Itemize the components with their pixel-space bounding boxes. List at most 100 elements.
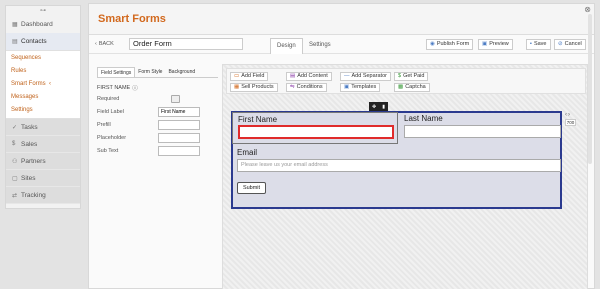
email-input[interactable]: Please leave us your email address [237, 159, 561, 172]
sell-products-button[interactable]: ▦ Sell Products [230, 83, 278, 92]
publish-form-button[interactable]: ◉ Publish Form [426, 39, 474, 50]
conditions-button[interactable]: ⇋ Conditions [286, 83, 327, 92]
first-name-label: First Name [238, 115, 278, 124]
sidebar-item-dashboard[interactable]: ▦ Dashboard [6, 16, 80, 33]
globe-icon: ◉ [430, 41, 435, 47]
placeholder-label: Placeholder [97, 134, 127, 141]
prefill-input[interactable] [158, 119, 200, 130]
submenu-label: Smart Forms [11, 81, 46, 87]
save-icon: ▪ [530, 41, 532, 47]
tracking-icon: ⇄ [12, 192, 18, 199]
sidebar-more: ✓ Tasks $ Sales ⚇ Partners ▢ Sites ⇄ Tra… [6, 119, 80, 204]
first-name-input[interactable] [238, 125, 394, 139]
tab-background[interactable]: Background [165, 67, 198, 77]
button-label: Save [533, 41, 547, 47]
form-canvas: ▭ Add Field ▤ Add Content — Add Separato… [222, 64, 588, 289]
field-tools[interactable]: ✥ ▮ [369, 102, 388, 111]
submenu-smart-forms[interactable]: Smart Forms ‹ [6, 78, 80, 91]
field-heading-label: FIRST NAME [97, 85, 131, 91]
subtext-input[interactable] [158, 145, 200, 156]
placeholder-row: Placeholder [97, 131, 218, 144]
sidebar-item-label: Tracking [21, 191, 46, 199]
arrow-right-icon[interactable]: › [568, 112, 570, 118]
sidebar: ⊶ ▦ Dashboard ▤ Contacts Sequences Rules… [5, 5, 81, 209]
prefill-label: Prefill [97, 121, 111, 128]
submenu-sequences[interactable]: Sequences [6, 52, 80, 65]
last-name-label: Last Name [404, 114, 443, 123]
get-paid-button[interactable]: $ Get Paid [394, 72, 429, 81]
selected-field-container[interactable]: First Name [232, 112, 398, 144]
required-row: Required [97, 92, 218, 105]
contacts-icon: ▤ [12, 39, 18, 45]
width-arrows[interactable]: ‹ › [565, 112, 584, 118]
back-button[interactable]: ‹ BACK [95, 41, 114, 47]
settings-tabs: Field Settings Form Style Background [97, 67, 218, 78]
sidebar-item-label: Tasks [21, 123, 38, 131]
products-icon: ▦ [234, 84, 240, 90]
chevron-left-icon: ‹ [95, 41, 97, 47]
captcha-icon: ▩ [398, 84, 404, 90]
tab-field-settings[interactable]: Field Settings [97, 67, 136, 77]
move-icon[interactable]: ✥ [372, 104, 376, 110]
sidebar-item-label: Dashboard [21, 21, 53, 28]
captcha-button[interactable]: ▩ Captcha [394, 83, 430, 92]
sidebar-item-sites[interactable]: ▢ Sites [6, 170, 80, 187]
dashboard-icon: ▦ [12, 22, 18, 28]
separator-icon: — [344, 73, 350, 79]
templates-button[interactable]: ▣ Templates [340, 83, 381, 92]
partners-icon: ⚇ [12, 158, 18, 165]
toolbar: ‹ BACK Order Form Design Settings ◉ Publ… [89, 35, 594, 54]
tasks-icon: ✓ [12, 124, 18, 131]
button-label: Templates [351, 84, 377, 90]
page-title: Smart Forms [98, 13, 166, 25]
collapse-icon[interactable]: ⊶ [6, 6, 80, 16]
add-separator-button[interactable]: — Add Separator [340, 72, 391, 81]
sites-icon: ▢ [12, 175, 18, 182]
cancel-button[interactable]: ⊘ Cancel [554, 39, 586, 50]
required-label: Required [97, 95, 120, 102]
button-label: Captcha [405, 84, 426, 90]
sidebar-item-contacts[interactable]: ▤ Contacts [6, 33, 80, 50]
form-preview: First Name Last Name Email Please leave … [231, 111, 562, 209]
submenu-settings[interactable]: Settings [6, 104, 80, 117]
tab-settings[interactable]: Settings [303, 38, 337, 54]
submenu-messages[interactable]: Messages [6, 91, 80, 104]
field-label-label: Field Label [97, 108, 124, 115]
sidebar-item-sales[interactable]: $ Sales [6, 136, 80, 153]
add-elements-bar: ▭ Add Field ▤ Add Content — Add Separato… [226, 68, 586, 94]
trash-icon[interactable]: ▮ [382, 104, 385, 110]
add-field-icon: ▭ [234, 73, 240, 79]
conditions-icon: ⇋ [290, 84, 295, 90]
preview-button[interactable]: ▣ Preview [478, 39, 513, 50]
close-icon[interactable]: ⊗ [584, 5, 591, 14]
tab-design[interactable]: Design [270, 38, 303, 54]
last-name-input[interactable] [404, 125, 561, 138]
sales-icon: $ [12, 141, 16, 147]
scrollbar[interactable] [588, 14, 592, 164]
submenu-rules[interactable]: Rules [6, 65, 80, 78]
required-checkbox[interactable] [171, 94, 180, 103]
button-label: Preview [489, 41, 509, 47]
placeholder-input[interactable] [158, 132, 200, 143]
width-value: 700 [565, 119, 576, 126]
preview-icon: ▣ [482, 41, 488, 47]
width-control[interactable]: ‹ › 700 [565, 112, 584, 132]
field-label-input[interactable] [158, 106, 200, 117]
add-field-button[interactable]: ▭ Add Field [230, 72, 269, 81]
button-label: Get Paid [403, 73, 425, 79]
sidebar-item-tracking[interactable]: ⇄ Tracking [6, 187, 80, 204]
templates-icon: ▣ [344, 84, 350, 90]
submit-button[interactable]: Submit [237, 182, 266, 194]
payment-icon: $ [398, 73, 402, 79]
cancel-icon: ⊘ [558, 41, 563, 47]
field-label-row: Field Label [97, 105, 218, 118]
arrow-left-icon[interactable]: ‹ [565, 112, 567, 118]
add-content-button[interactable]: ▤ Add Content [286, 72, 332, 81]
button-label: Add Field [241, 73, 265, 79]
form-name-input[interactable]: Order Form [129, 38, 243, 50]
sidebar-item-tasks[interactable]: ✓ Tasks [6, 119, 80, 136]
tab-form-style[interactable]: Form Style [135, 67, 165, 77]
page-header: Smart Forms [89, 4, 594, 35]
sidebar-item-partners[interactable]: ⚇ Partners [6, 153, 80, 170]
save-button[interactable]: ▪ Save [526, 39, 551, 50]
